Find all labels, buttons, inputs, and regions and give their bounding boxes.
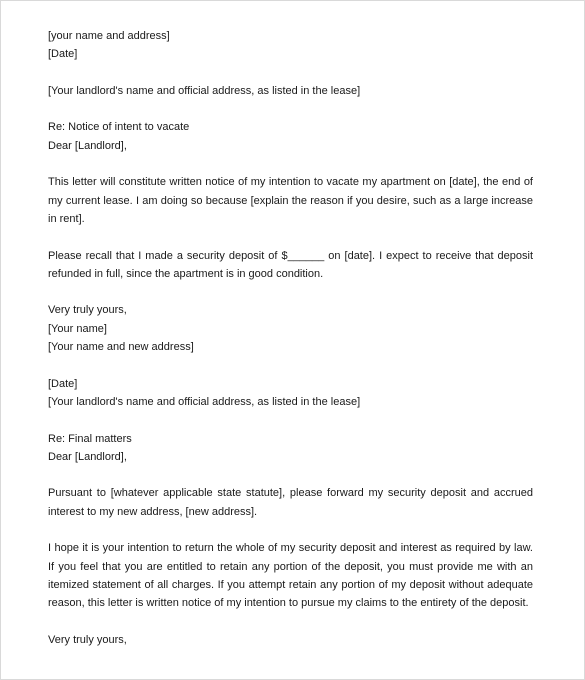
letter-body: [your name and address] [Date] [Your lan…: [48, 27, 533, 649]
landlord-address: [Your landlord's name and official addre…: [48, 395, 361, 408]
paragraph-intent: This letter will constitute written noti…: [48, 176, 533, 225]
closing: Very truly yours,: [48, 633, 127, 646]
salutation: Dear [Landlord],: [48, 450, 127, 463]
paragraph-return-deposit: I hope it is your intention to return th…: [48, 542, 533, 610]
sender-address: [your name and address]: [48, 30, 170, 42]
paragraph-forward-deposit: Pursuant to [whatever applicable state s…: [48, 487, 533, 518]
document-page: [your name and address] [Date] [Your lan…: [0, 0, 585, 680]
signature-address: [Your name and new address]: [48, 341, 194, 354]
signature-name: [Your name]: [48, 322, 107, 335]
closing: Very truly yours,: [48, 304, 127, 317]
subject-line: Re: Notice of intent to vacate: [48, 121, 190, 134]
subject-line: Re: Final matters: [48, 432, 132, 445]
paragraph-deposit: Please recall that I made a security dep…: [48, 249, 533, 280]
salutation: Dear [Landlord],: [48, 139, 127, 152]
letter-date: [Date]: [48, 377, 78, 390]
letter-date: [Date]: [48, 48, 78, 61]
landlord-address: [Your landlord's name and official addre…: [48, 84, 361, 97]
